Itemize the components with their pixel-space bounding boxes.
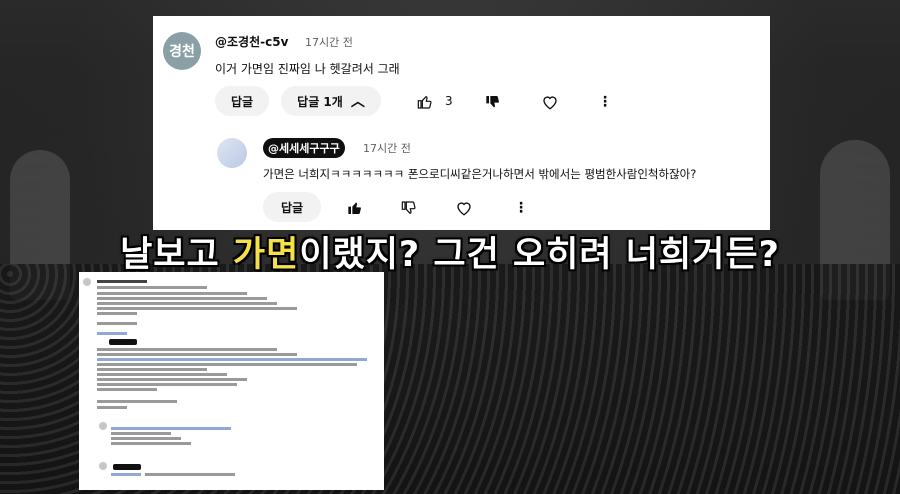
- text-line: [97, 297, 267, 300]
- text-line: [97, 292, 247, 295]
- thumbs-down-icon[interactable]: [483, 92, 503, 112]
- text-line: [97, 388, 157, 391]
- like-count: 3: [445, 94, 453, 108]
- reply-reply-button[interactable]: 답글: [263, 192, 321, 222]
- comment-time[interactable]: 17시간 전: [305, 34, 353, 50]
- reply-heart-icon[interactable]: [453, 197, 475, 219]
- link-line: [97, 358, 367, 361]
- link-line: [97, 332, 127, 335]
- reply-time[interactable]: 17시간 전: [363, 140, 411, 156]
- chevron-up-icon: ︿: [350, 94, 365, 110]
- text-line: [97, 400, 177, 403]
- comment-card: 경천 @조경천-c5v 17시간 전 이거 가면임 진짜임 나 헷갈려서 그래 …: [153, 16, 770, 230]
- thread-avatar: [83, 278, 91, 286]
- comment-text: 이거 가면임 진짜임 나 헷갈려서 그래: [215, 62, 400, 76]
- text-line: [97, 302, 277, 305]
- text-line: [97, 307, 297, 310]
- text-line: [97, 368, 207, 371]
- text-line: [97, 280, 147, 283]
- embedded-comment-screenshot: [79, 272, 384, 490]
- text-line: [111, 432, 171, 435]
- caption-part1: 날보고: [120, 235, 233, 275]
- text-line: [97, 373, 227, 376]
- video-caption: 날보고 가면이랬지? 그건 오히려 너희거든?: [0, 226, 900, 277]
- reply-handle[interactable]: @세세세구구구: [263, 138, 345, 158]
- thread-avatar: [99, 422, 107, 430]
- commenter-handle[interactable]: @조경천-c5v: [215, 33, 288, 50]
- reply-text: 가면은 너희지ㅋㅋㅋㅋㅋㅋㅋ 폰으로디씨같은거나하면서 밖에서는 평범한사람인척…: [263, 167, 697, 181]
- text-line: [97, 312, 137, 315]
- text-line: [97, 363, 357, 366]
- text-line: [97, 378, 247, 381]
- commenter-avatar[interactable]: 경천: [163, 32, 201, 70]
- caption-highlight: 가면: [232, 235, 300, 275]
- thumbs-up-filled-icon[interactable]: [345, 198, 365, 218]
- text-line: [97, 353, 297, 356]
- caption-part2: 이랬지? 그건 오히려 너희거든?: [299, 235, 780, 275]
- text-line: [97, 286, 207, 289]
- text-line: [111, 437, 181, 440]
- text-line: [111, 442, 191, 445]
- text-line: [145, 473, 235, 476]
- reply-button[interactable]: 답글: [215, 86, 269, 116]
- replies-toggle-label: 답글 1개: [297, 94, 343, 109]
- link-line: [111, 473, 141, 476]
- reply-thumbs-down-icon[interactable]: [399, 198, 419, 218]
- text-line: [97, 406, 127, 409]
- thumbs-up-icon[interactable]: [415, 92, 435, 112]
- more-vert-icon[interactable]: ⋮: [595, 91, 615, 113]
- link-line: [111, 427, 231, 430]
- heart-icon[interactable]: [539, 91, 561, 113]
- reply-avatar[interactable]: [217, 138, 247, 168]
- text-line: [97, 322, 137, 325]
- reply-more-vert-icon[interactable]: ⋮: [511, 197, 531, 219]
- text-line: [97, 383, 237, 386]
- handle-badge: [109, 339, 137, 345]
- handle-badge: [113, 464, 141, 470]
- text-line: [97, 348, 277, 351]
- thread-avatar: [99, 462, 107, 470]
- replies-toggle-button[interactable]: 답글 1개 ︿: [281, 86, 381, 116]
